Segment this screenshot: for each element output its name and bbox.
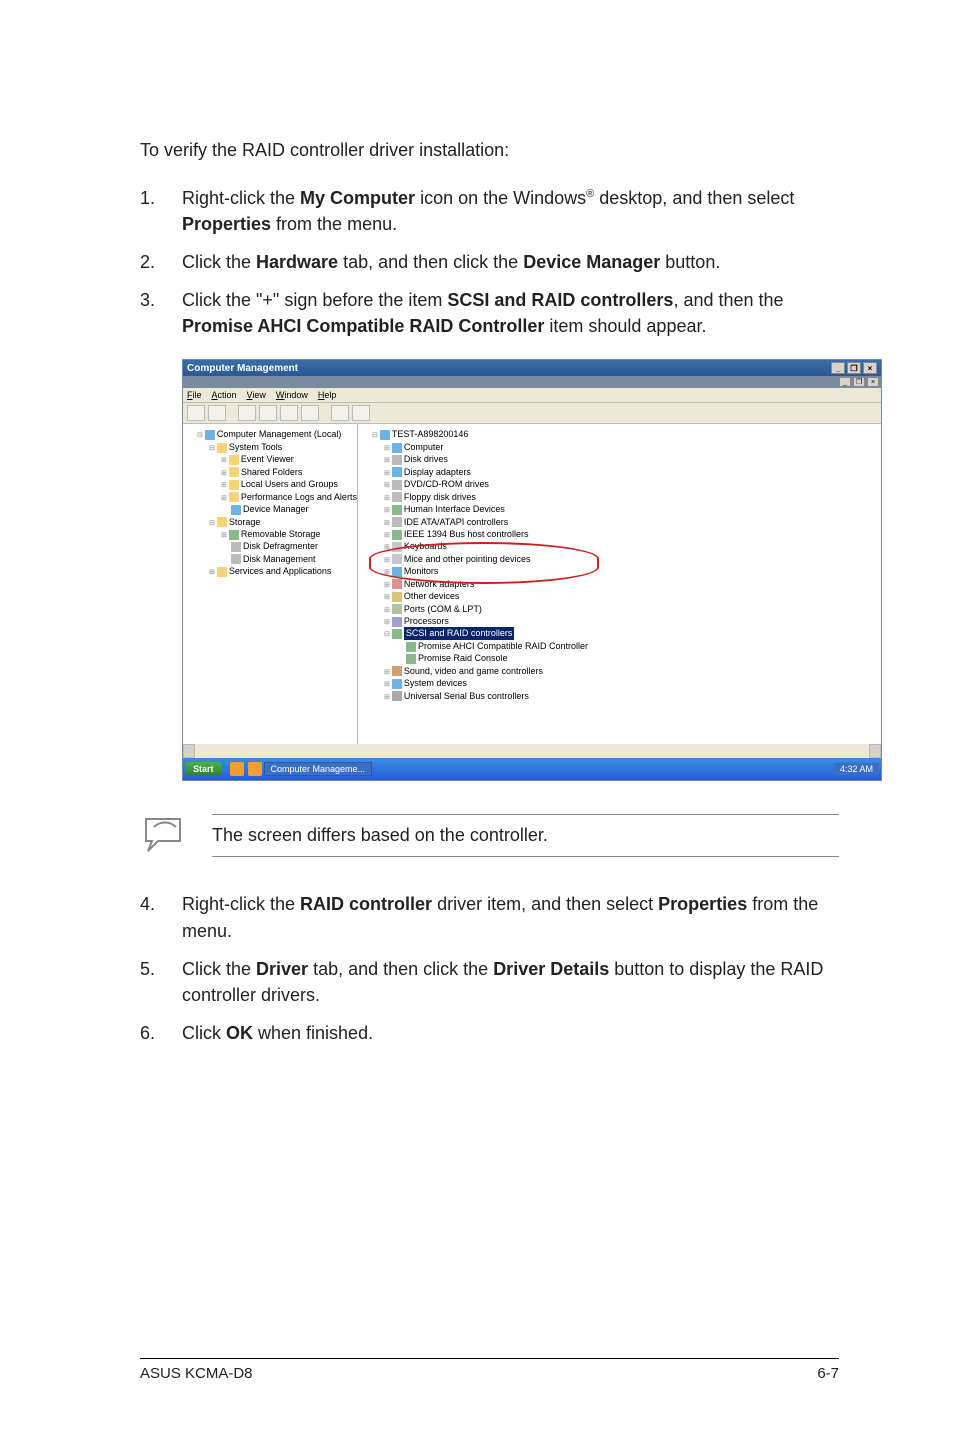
step-number: 5. (140, 956, 182, 1008)
step-text: Right-click the My Computer icon on the … (182, 185, 839, 237)
dm-item[interactable]: System devices (384, 677, 879, 689)
dm-item[interactable]: Mice and other pointing devices (384, 553, 879, 565)
dm-item[interactable]: Disk drives (384, 453, 879, 465)
menu-help[interactable]: Help (318, 390, 337, 400)
page-footer: ASUS KCMA-D8 6-7 (140, 1358, 839, 1382)
dm-item[interactable]: Human Interface Devices (384, 503, 879, 515)
dm-item[interactable]: Network adapters (384, 578, 879, 590)
step-text: Click the Driver tab, and then click the… (182, 956, 839, 1008)
window-title: Computer Management (187, 363, 298, 374)
scroll-right-button[interactable] (869, 744, 881, 758)
tree-item[interactable]: Disk Management (221, 553, 355, 565)
dm-root[interactable]: TEST-A898200146 Computer Disk drives Dis… (372, 428, 879, 702)
dm-item[interactable]: Floppy disk drives (384, 491, 879, 503)
mmc-tree-pane[interactable]: Computer Management (Local) System Tools… (183, 424, 358, 744)
step-number: 2. (140, 249, 182, 275)
taskbar: Start Computer Manageme... 4:32 AM (183, 758, 881, 780)
step-number: 6. (140, 1020, 182, 1046)
menu-action[interactable]: Action (212, 390, 237, 400)
tree-device-manager[interactable]: Device Manager (221, 503, 355, 515)
tree-services[interactable]: Services and Applications (209, 565, 355, 577)
menu-view[interactable]: View (247, 390, 266, 400)
toolbar-up-button[interactable] (238, 405, 256, 421)
tree-item[interactable]: Local Users and Groups (221, 478, 355, 490)
dm-scsi-raid[interactable]: SCSI and RAID controllers Promise AHCI C… (384, 627, 879, 664)
mdi-maximize-button[interactable]: ❐ (853, 377, 865, 387)
tree-item[interactable]: Disk Defragmenter (221, 540, 355, 552)
divider (212, 856, 839, 857)
dm-item[interactable]: Monitors (384, 565, 879, 577)
note-icon (140, 813, 192, 857)
toolbar-refresh-button[interactable] (280, 405, 298, 421)
dm-promise-ahci[interactable]: Promise AHCI Compatible RAID Controller (396, 640, 879, 652)
toolbar-extra-button[interactable] (352, 405, 370, 421)
toolbar-export-button[interactable] (301, 405, 319, 421)
footer-right: 6-7 (817, 1365, 839, 1382)
toolbar-forward-button[interactable] (208, 405, 226, 421)
tree-item[interactable]: Event Viewer (221, 453, 355, 465)
dm-item[interactable]: IEEE 1394 Bus host controllers (384, 528, 879, 540)
toolbar-help-button[interactable] (331, 405, 349, 421)
close-button[interactable]: × (863, 362, 877, 374)
steps-top: 1. Right-click the My Computer icon on t… (140, 185, 839, 339)
toolbar-properties-button[interactable] (259, 405, 277, 421)
start-button[interactable]: Start (185, 762, 222, 776)
step-number: 4. (140, 891, 182, 943)
step-text: Click OK when finished. (182, 1020, 839, 1046)
tree-system-tools[interactable]: System Tools Event Viewer Shared Folders… (209, 441, 355, 516)
taskbar-button[interactable]: Computer Manageme... (264, 762, 373, 776)
note-block: The screen differs based on the controll… (140, 813, 839, 857)
tree-item[interactable]: Performance Logs and Alerts (221, 491, 355, 503)
toolbar-back-button[interactable] (187, 405, 205, 421)
dm-item[interactable]: IDE ATA/ATAPI controllers (384, 516, 879, 528)
step-text: Right-click the RAID controller driver i… (182, 891, 839, 943)
steps-bottom: 4. Right-click the RAID controller drive… (140, 891, 839, 1045)
menu-file[interactable]: File (187, 390, 202, 400)
scrollbar[interactable] (183, 744, 881, 758)
dm-item[interactable]: Computer (384, 441, 879, 453)
tree-item[interactable]: Shared Folders (221, 466, 355, 478)
dm-item[interactable]: Display adapters (384, 466, 879, 478)
screenshot: Computer Management _ ❐ × _ ❐ × File Act… (182, 359, 839, 781)
menubar: File Action View Window Help (183, 388, 881, 403)
system-tray-clock[interactable]: 4:32 AM (834, 763, 879, 775)
dm-item[interactable]: DVD/CD-ROM drives (384, 478, 879, 490)
minimize-button[interactable]: _ (831, 362, 845, 374)
footer-left: ASUS KCMA-D8 (140, 1365, 253, 1382)
dm-item[interactable]: Keyboards (384, 540, 879, 552)
quicklaunch-icon[interactable] (248, 762, 262, 776)
step-text: Click the Hardware tab, and then click t… (182, 249, 839, 275)
mdi-close-button[interactable]: × (867, 377, 879, 387)
note-text: The screen differs based on the controll… (212, 815, 839, 856)
toolbar (183, 403, 881, 424)
step-number: 1. (140, 185, 182, 237)
scroll-left-button[interactable] (183, 744, 195, 758)
step-number: 3. (140, 287, 182, 339)
tree-root[interactable]: Computer Management (Local) System Tools… (197, 428, 355, 577)
dm-item[interactable]: Processors (384, 615, 879, 627)
dm-promise-console[interactable]: Promise Raid Console (396, 652, 879, 664)
step-text: Click the "+" sign before the item SCSI … (182, 287, 839, 339)
menu-window[interactable]: Window (276, 390, 308, 400)
quicklaunch-icon[interactable] (230, 762, 244, 776)
dm-item[interactable]: Other devices (384, 590, 879, 602)
tree-storage[interactable]: Storage Removable Storage Disk Defragmen… (209, 516, 355, 566)
mdi-minimize-button[interactable]: _ (839, 377, 851, 387)
intro-text: To verify the RAID controller driver ins… (140, 140, 839, 161)
outer-window-titlebar: Computer Management _ ❐ × (183, 360, 881, 376)
dm-item[interactable]: Sound, video and game controllers (384, 665, 879, 677)
dm-item[interactable]: Universal Serial Bus controllers (384, 690, 879, 702)
maximize-button[interactable]: ❐ (847, 362, 861, 374)
device-manager-pane[interactable]: TEST-A898200146 Computer Disk drives Dis… (358, 424, 881, 744)
dm-item[interactable]: Ports (COM & LPT) (384, 603, 879, 615)
tree-item[interactable]: Removable Storage (221, 528, 355, 540)
mdi-child-titlebar: _ ❐ × (183, 376, 881, 388)
